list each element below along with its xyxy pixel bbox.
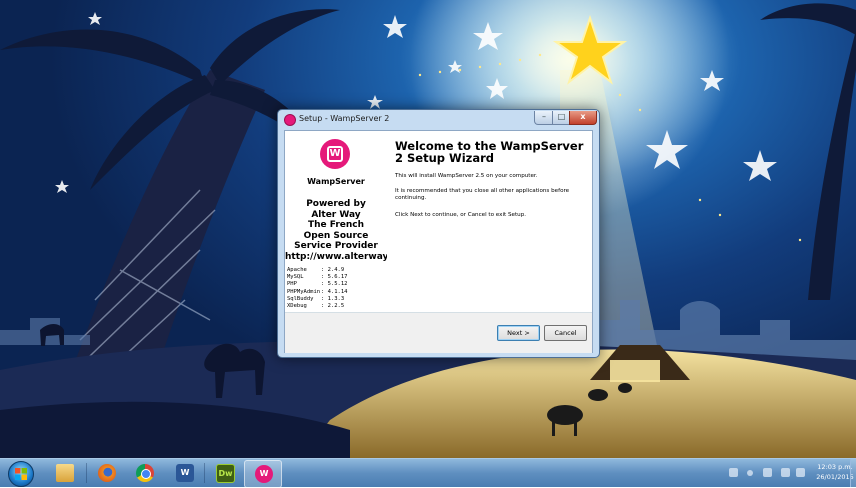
window-title: Setup - WampServer 2 [299,114,390,123]
word-icon: W [176,464,194,482]
version-row: XDebug : 2.2.5 [287,303,348,310]
version-row: Apache : 2.4.9 [287,267,348,274]
clock-date: 26/01/2015 [816,473,854,481]
chrome-icon [136,464,154,482]
taskbar-chrome-button[interactable] [126,460,162,486]
taskbar-separator [86,463,87,483]
flag-icon[interactable] [781,468,790,477]
logo-letter: W [327,146,343,162]
install-info-text: This will install WampServer 2.5 on your… [395,173,538,179]
powered-url: http://www.alterway.fr [285,251,400,262]
taskbar-explorer-button[interactable] [46,460,82,486]
powered-line: Alter Way [311,209,361,220]
cancel-button[interactable]: Cancel [544,325,587,341]
component-name: SqlBuddy [287,295,314,302]
wizard-side-panel: W WampServer Powered by Alter Way The Fr… [285,131,400,312]
clock-time: 12:03 p.m. [817,463,853,471]
start-button[interactable] [8,461,34,487]
taskbar-wampserver-button[interactable]: W [244,460,282,488]
setup-window: Setup - WampServer 2 – □ x W WampServer … [277,109,600,358]
version-row: SqlBuddy : 1.3.3 [287,296,348,303]
wizard-content-panel: Welcome to the WampServer 2 Setup Wizard… [387,131,592,312]
component-name: PHP [287,281,297,288]
powered-line: Service Provider [294,241,378,251]
component-versions-list: Apache: 2.4.9 MySQL: 5.6.17 PHP: 5.5.12 … [287,267,348,310]
powered-line: Open Source [303,230,369,241]
folder-icon [56,464,74,482]
keyboard-icon[interactable] [729,468,738,477]
firefox-icon [98,464,116,482]
welcome-heading: Welcome to the WampServer 2 Setup Wizard [395,139,584,165]
powered-line: Powered by [306,199,366,209]
taskbar-separator [204,463,205,483]
windows-logo-icon [15,468,27,480]
wizard-client-area: W WampServer Powered by Alter Way The Fr… [284,130,593,353]
powered-by-text: Powered by Alter Way The French Open Sou… [285,199,400,262]
wampserver-app-icon [284,114,296,126]
taskbar: W Dw W 12:03 p.m. 26/01/2015 [0,458,856,488]
taskbar-dreamweaver-button[interactable]: Dw [206,460,242,486]
wampserver-icon: W [255,465,273,483]
next-button[interactable]: Next > [497,325,540,341]
title-bar[interactable]: Setup - WampServer 2 – □ x [278,110,599,130]
component-version: : 5.5.12 [321,281,348,288]
dreamweaver-icon: Dw [216,464,235,483]
component-name: PHPMyAdmin [287,288,321,295]
component-version: : 2.4.9 [321,267,345,273]
component-version: : 2.2.5 [321,303,345,310]
component-version: : 1.3.3 [321,295,345,302]
wampserver-logo-icon: W [320,139,350,169]
taskbar-firefox-button[interactable] [88,460,124,486]
brand-name: WampServer [307,177,365,186]
clock[interactable]: 12:03 p.m. 26/01/2015 [815,462,855,482]
version-row: PHPMyAdmin: 4.1.14 [287,289,348,296]
version-row: PHP : 5.5.12 [287,281,348,288]
component-version: : 5.6.17 [321,274,348,281]
component-name: XDebug [287,303,307,310]
network-icon[interactable] [796,468,805,477]
recommendation-text: It is recommended that you close all oth… [395,188,570,201]
instruction-text: Click Next to continue, or Cancel to exi… [395,212,527,218]
component-version: : 4.1.14 [321,288,348,295]
minimize-button[interactable]: – [534,111,554,125]
taskbar-word-button[interactable]: W [166,460,202,486]
wizard-button-bar: Next > Cancel [285,312,592,353]
show-hidden-icons[interactable] [747,470,753,476]
show-desktop-button[interactable] [850,459,856,487]
powered-line: The French [307,220,365,230]
component-name: MySQL [287,274,304,281]
close-button[interactable]: x [569,111,597,125]
component-name: Apache [287,267,307,273]
version-row: MySQL : 5.6.17 [287,274,348,281]
system-tray: 12:03 p.m. 26/01/2015 [723,459,856,487]
settings-icon[interactable] [763,468,772,477]
